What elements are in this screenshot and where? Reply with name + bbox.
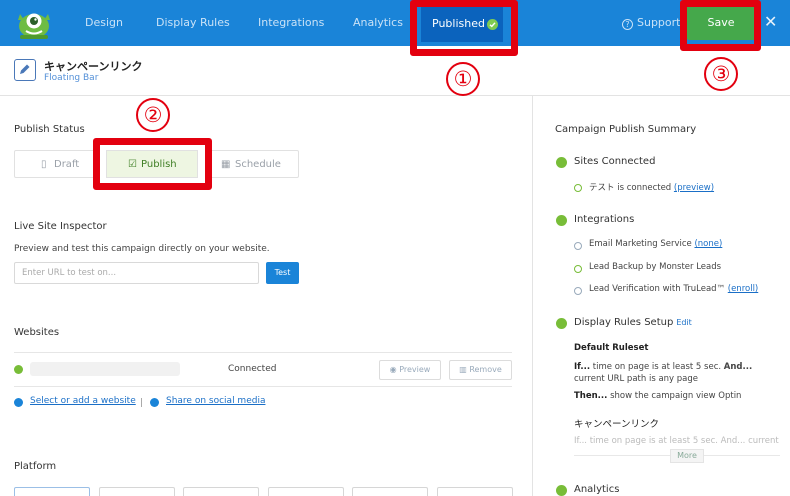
summary-title: Campaign Publish Summary (555, 124, 697, 135)
support-label: Support (637, 16, 681, 29)
test-button[interactable]: Test (266, 262, 299, 284)
preview-button-label: Preview (399, 365, 431, 374)
display-rules-heading: Display Rules Setup Edit (574, 317, 692, 328)
connected-status-icon (14, 365, 23, 374)
support-link[interactable]: ? Support (622, 16, 680, 30)
ruleset-name: Default Ruleset (574, 343, 649, 353)
annotation-box-published (410, 0, 518, 56)
pencil-icon[interactable] (14, 59, 36, 81)
schedule-label: Schedule (235, 159, 281, 170)
remove-button[interactable]: ▥ Remove (449, 360, 512, 380)
nav-display-rules[interactable]: Display Rules (156, 16, 230, 29)
publish-status-title: Publish Status (14, 124, 85, 135)
url-input[interactable]: Enter URL to test on... (14, 262, 259, 284)
if-condition: time on page is at least 5 sec. (592, 362, 722, 372)
top-navigation-bar: Design Display Rules Integrations Analyt… (0, 0, 790, 46)
check-circle-icon (556, 215, 567, 226)
integration-item-link[interactable]: (none) (694, 239, 722, 249)
integration-item: Lead Backup by Monster Leads (589, 262, 722, 272)
nav-analytics[interactable]: Analytics (353, 16, 403, 29)
integration-item: Email Marketing Service (none) (589, 239, 722, 249)
integration-item-link[interactable]: (enroll) (728, 284, 758, 294)
row-divider-top (14, 352, 512, 353)
platform-option[interactable] (437, 487, 513, 496)
edit-rules-link[interactable]: Edit (676, 318, 692, 327)
platform-option[interactable] (99, 487, 175, 496)
then-label: Then... (574, 391, 608, 401)
annotation-number-1: ① (446, 62, 480, 96)
campaign-title: キャンペーンリンク (44, 60, 143, 73)
annotation-box-save (680, 0, 761, 51)
minus-circle-icon (574, 242, 582, 250)
check-circle-icon (556, 485, 567, 496)
rule-condition-faded: If... time on page is at least 5 sec. An… (574, 436, 779, 446)
draft-label: Draft (54, 159, 80, 170)
then-action: show the campaign view Optin (610, 391, 742, 401)
document-icon: ▯ (41, 159, 47, 170)
check-circle-icon (556, 318, 567, 329)
if-label: If... (574, 362, 591, 372)
check-circle-icon (556, 157, 567, 168)
trash-icon: ▥ (459, 365, 470, 374)
row-divider-bottom (14, 386, 512, 387)
integration-item: Lead Verification with TruLead™ (enroll) (589, 284, 758, 294)
help-icon: ? (622, 19, 633, 30)
nav-design[interactable]: Design (85, 16, 123, 29)
share-icon (150, 398, 159, 407)
website-url-blurred (30, 362, 180, 376)
remove-button-label: Remove (469, 365, 502, 374)
platform-option[interactable] (183, 487, 259, 496)
platform-option[interactable] (352, 487, 428, 496)
display-rules-title: Display Rules Setup (574, 317, 674, 328)
inspector-title: Live Site Inspector (14, 221, 107, 232)
share-social-link[interactable]: Share on social media (166, 396, 265, 406)
nav-integrations[interactable]: Integrations (258, 16, 324, 29)
minus-circle-icon (574, 287, 582, 295)
rule-condition: If... time on page is at least 5 sec. An… (574, 361, 784, 385)
annotation-number-3: ③ (704, 57, 738, 91)
analytics-heading: Analytics (574, 484, 620, 495)
campaign-type: Floating Bar (44, 73, 99, 83)
draft-option[interactable]: ▯ Draft (14, 150, 100, 178)
optinmonster-logo (18, 13, 50, 39)
eye-icon: ◉ (389, 365, 400, 374)
platform-option[interactable] (268, 487, 344, 496)
platform-option[interactable] (14, 487, 90, 496)
and-label: And... (723, 362, 753, 372)
schedule-option[interactable]: ▦ Schedule (211, 150, 299, 178)
site-preview-link[interactable]: (preview) (674, 183, 714, 193)
check-icon (574, 184, 582, 192)
select-website-link[interactable]: Select or add a website (30, 396, 136, 406)
websites-title: Websites (14, 327, 60, 338)
annotation-box-publish (93, 138, 212, 190)
annotation-number-2: ② (136, 98, 170, 132)
more-button[interactable]: More (670, 449, 704, 463)
link-separator (141, 398, 142, 407)
site-connected-item: テスト is connected (preview) (589, 181, 714, 193)
rule-action: Then... show the campaign view Optin (574, 391, 741, 401)
inspector-description: Preview and test this campaign directly … (14, 244, 270, 254)
header-divider (0, 95, 790, 96)
plus-circle-icon (14, 398, 23, 407)
website-status: Connected (228, 364, 277, 374)
close-icon[interactable]: ✕ (764, 12, 777, 31)
sites-connected-heading: Sites Connected (574, 156, 656, 167)
preview-button[interactable]: ◉ Preview (379, 360, 441, 380)
and-condition: current URL path is any page (574, 374, 699, 384)
column-divider (532, 96, 533, 496)
platform-title: Platform (14, 461, 57, 472)
ruleset-name: キャンペーンリンク (574, 419, 660, 430)
integrations-heading: Integrations (574, 214, 635, 225)
check-icon (574, 265, 582, 273)
integration-item-text: Email Marketing Service (589, 239, 692, 249)
calendar-icon: ▦ (221, 159, 231, 170)
integration-item-text: Lead Verification with TruLead™ (589, 284, 726, 294)
site-connected-text: テスト is connected (589, 183, 672, 193)
